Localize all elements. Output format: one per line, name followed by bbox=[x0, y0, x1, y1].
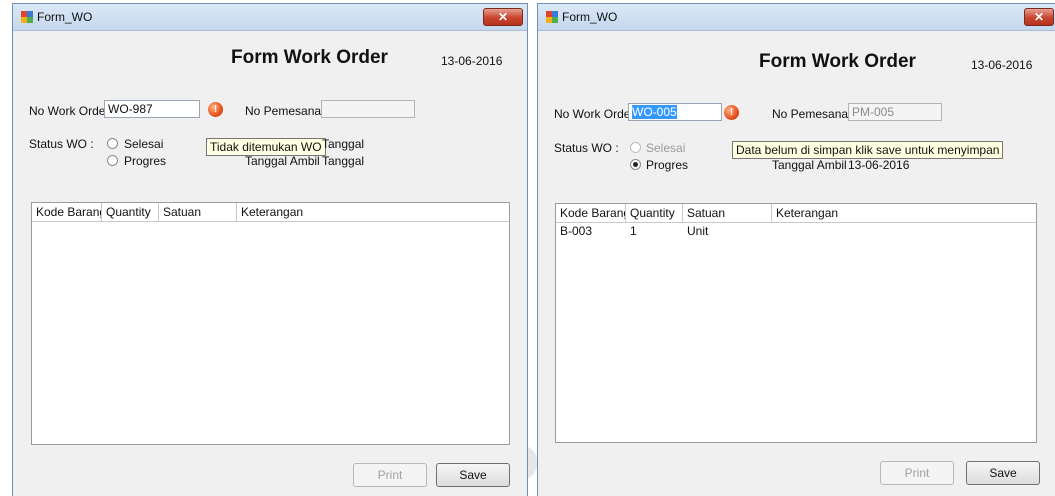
radio-progres[interactable] bbox=[107, 155, 118, 166]
radio-progres-label: Progres bbox=[646, 158, 689, 172]
tanggal-label: Tanggal bbox=[322, 137, 365, 151]
no-pemesanan-label: No Pemesanan bbox=[772, 107, 855, 121]
form-wo-window-right: Form_WO ✕ Form Work Order 13-06-2016 No … bbox=[537, 3, 1055, 496]
col-kode-barang[interactable]: Kode Barang bbox=[32, 203, 102, 221]
tanggal-ambil-value: Tanggal bbox=[322, 154, 365, 168]
cell-kode-barang: B-003 bbox=[560, 224, 593, 238]
form-wo-window-left: Form_WO ✕ Form Work Order 13-06-2016 No … bbox=[12, 3, 528, 496]
app-icon bbox=[546, 11, 558, 23]
window-title: Form_WO bbox=[37, 10, 93, 24]
save-button[interactable]: Save bbox=[966, 461, 1040, 485]
close-button[interactable]: ✕ bbox=[483, 8, 523, 26]
col-keterangan[interactable]: Keterangan bbox=[237, 203, 509, 221]
col-quantity[interactable]: Quantity bbox=[102, 203, 159, 221]
date-label: 13-06-2016 bbox=[441, 54, 503, 68]
status-wo-label: Status WO : bbox=[554, 141, 619, 155]
cell-satuan: Unit bbox=[687, 224, 709, 238]
no-work-order-input[interactable]: WO-987 bbox=[104, 100, 200, 118]
grid-header: Kode Barang Quantity Satuan Keterangan bbox=[32, 203, 509, 222]
date-label: 13-06-2016 bbox=[971, 58, 1033, 72]
no-work-order-label: No Work Order bbox=[554, 107, 635, 121]
radio-progres-label: Progres bbox=[124, 154, 167, 168]
tanggal-ambil-label: Tanggal Ambil bbox=[245, 154, 320, 168]
window-title: Form_WO bbox=[562, 10, 618, 24]
save-button[interactable]: Save bbox=[436, 463, 510, 487]
cell-quantity: 1 bbox=[630, 224, 637, 238]
error-icon: ! bbox=[208, 102, 223, 117]
form-title: Form Work Order bbox=[759, 51, 916, 72]
col-satuan[interactable]: Satuan bbox=[683, 204, 772, 222]
radio-selesai[interactable] bbox=[107, 138, 118, 149]
validation-tooltip: Data belum di simpan klik save untuk men… bbox=[732, 141, 1004, 159]
form-title: Form Work Order bbox=[231, 47, 388, 68]
status-wo-label: Status WO : bbox=[29, 137, 94, 151]
title-bar: Form_WO ✕ bbox=[538, 4, 1055, 31]
radio-selesai-label: Selesai bbox=[646, 141, 686, 155]
no-work-order-label: No Work Order bbox=[29, 104, 110, 118]
col-quantity[interactable]: Quantity bbox=[626, 204, 683, 222]
radio-selesai[interactable] bbox=[630, 142, 641, 153]
col-keterangan[interactable]: Keterangan bbox=[772, 204, 1036, 222]
radio-selesai-label: Selesai bbox=[124, 137, 164, 151]
grid-header: Kode Barang Quantity Satuan Keterangan bbox=[556, 204, 1036, 223]
error-icon: ! bbox=[724, 105, 739, 120]
tanggal-ambil-label: Tanggal Ambil bbox=[772, 158, 847, 172]
no-pemesanan-input[interactable] bbox=[321, 100, 415, 118]
no-pemesanan-input[interactable]: PM-005 bbox=[848, 103, 942, 121]
items-grid[interactable]: Kode Barang Quantity Satuan Keterangan bbox=[31, 202, 510, 445]
col-kode-barang[interactable]: Kode Barang bbox=[556, 204, 626, 222]
items-grid[interactable]: Kode Barang Quantity Satuan Keterangan B… bbox=[555, 203, 1037, 443]
close-button[interactable]: ✕ bbox=[1024, 8, 1054, 26]
radio-progres[interactable] bbox=[630, 159, 641, 170]
no-work-order-value: WO-005 bbox=[632, 105, 677, 119]
no-work-order-input[interactable]: WO-005 bbox=[628, 103, 722, 121]
no-pemesanan-label: No Pemesanan bbox=[245, 104, 328, 118]
app-icon bbox=[21, 11, 33, 23]
print-button[interactable]: Print bbox=[880, 461, 954, 485]
col-satuan[interactable]: Satuan bbox=[159, 203, 237, 221]
tanggal-ambil-value: 13-06-2016 bbox=[848, 158, 910, 172]
table-row[interactable]: B-003 1 Unit bbox=[556, 224, 1036, 240]
title-bar: Form_WO ✕ bbox=[13, 4, 527, 31]
print-button[interactable]: Print bbox=[353, 463, 427, 487]
no-work-order-value: WO-987 bbox=[108, 102, 153, 116]
